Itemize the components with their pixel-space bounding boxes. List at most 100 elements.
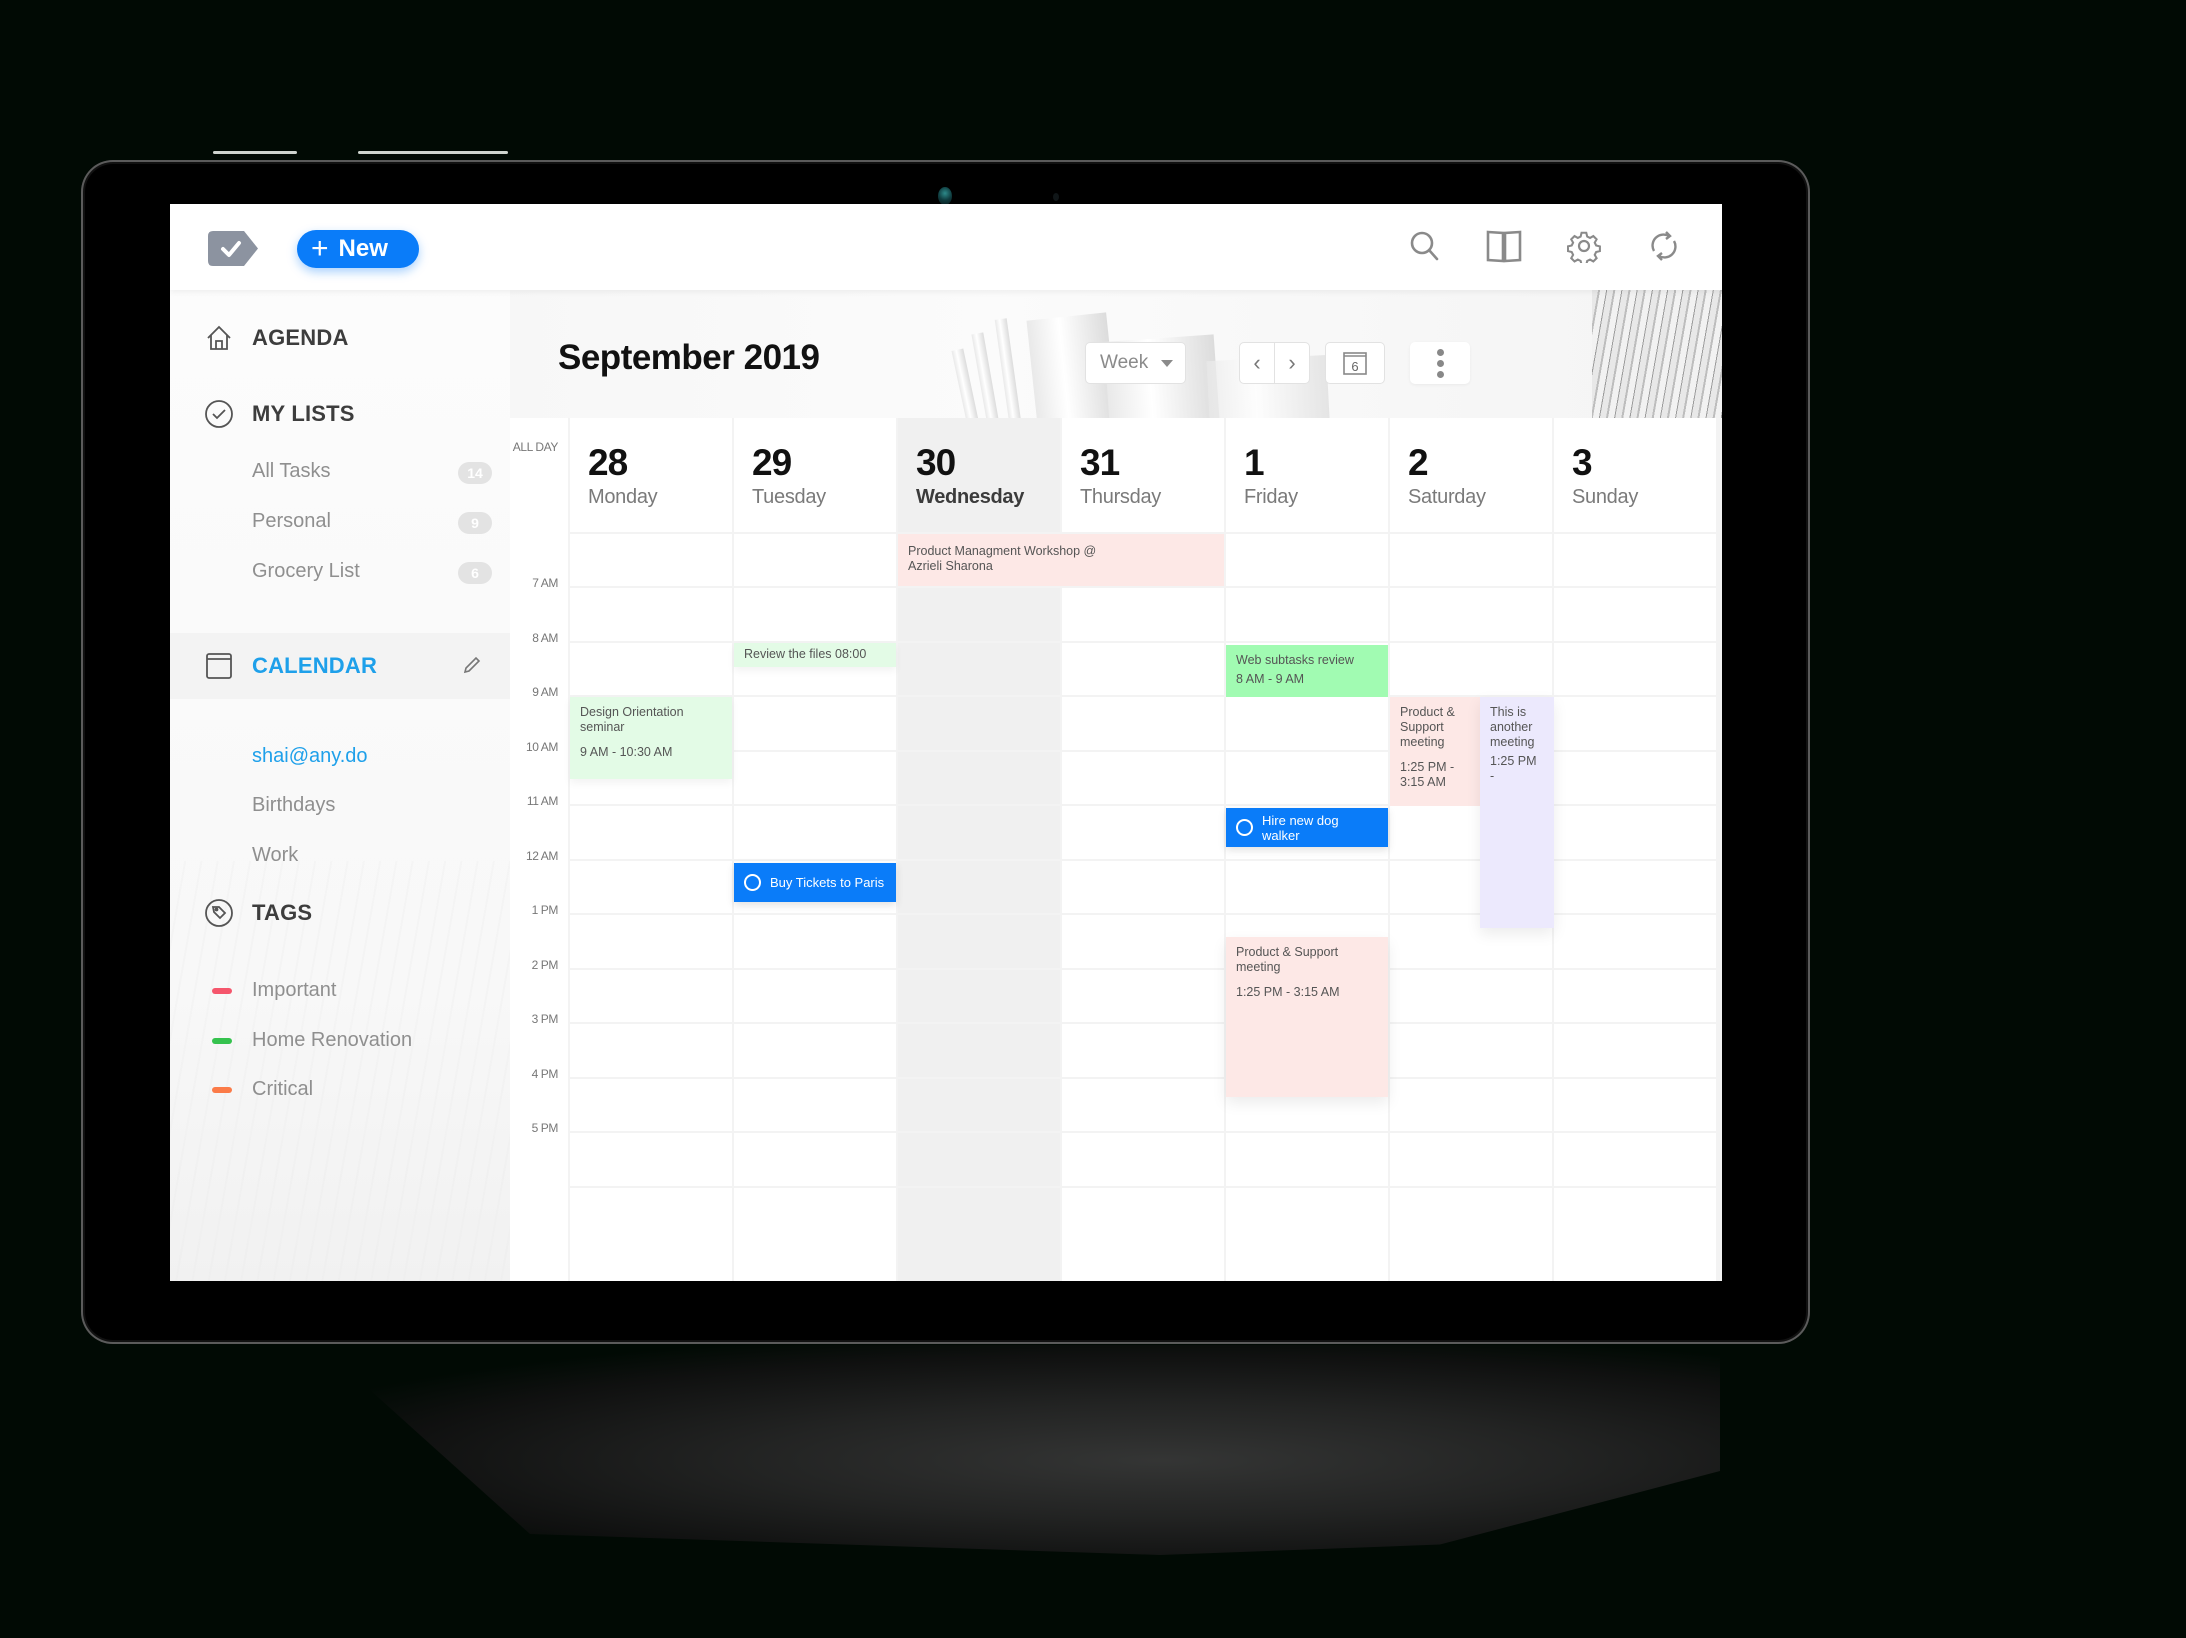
hour-cell[interactable] — [1390, 969, 1552, 1022]
tag-item-critical[interactable]: Critical — [212, 1078, 492, 1101]
hour-cell[interactable] — [1554, 1133, 1716, 1186]
hour-cell[interactable] — [898, 1133, 1060, 1186]
hour-cell[interactable] — [898, 642, 1060, 695]
hour-cell[interactable] — [570, 806, 732, 859]
hour-cell[interactable] — [570, 1078, 732, 1131]
hour-cell[interactable] — [1554, 588, 1716, 641]
hour-cell[interactable] — [1554, 1078, 1716, 1131]
search-icon[interactable] — [1403, 224, 1447, 268]
hour-cell[interactable] — [1226, 588, 1388, 641]
hour-cell[interactable] — [1390, 1078, 1552, 1131]
hour-cell[interactable] — [1390, 1187, 1552, 1281]
hour-cell[interactable] — [734, 588, 896, 641]
prev-week-button[interactable]: ‹ — [1240, 343, 1274, 383]
hour-cell[interactable] — [734, 1078, 896, 1131]
hour-cell[interactable] — [898, 1078, 1060, 1131]
hour-cell[interactable] — [1554, 1024, 1716, 1077]
hour-cell[interactable] — [1226, 860, 1388, 913]
hour-cell[interactable] — [570, 1024, 732, 1077]
hour-cell[interactable] — [1062, 1078, 1224, 1131]
all-day-cell[interactable] — [570, 534, 732, 586]
event-product-support-fri[interactable]: Product & Support meeting 1:25 PM - 3:15 … — [1226, 937, 1388, 1097]
sidebar-my-lists[interactable]: MY LISTS — [170, 396, 510, 432]
list-item-grocery-list[interactable]: Grocery List 6 — [252, 560, 492, 584]
event-design-orientation[interactable]: Design Orientation seminar 9 AM - 10:30 A… — [570, 697, 732, 779]
sidebar-calendar[interactable]: CALENDAR — [170, 633, 510, 699]
day-header[interactable]: 1 Friday — [1226, 418, 1388, 532]
hour-cell[interactable] — [1226, 1133, 1388, 1186]
hour-cell[interactable] — [1226, 1187, 1388, 1281]
sidebar-tags[interactable]: TAGS — [170, 895, 510, 931]
day-header[interactable]: 30 Wednesday — [898, 418, 1060, 532]
new-button[interactable]: + New — [297, 230, 419, 268]
hour-cell[interactable] — [1062, 860, 1224, 913]
hour-cell[interactable] — [570, 915, 732, 968]
hour-cell[interactable] — [1226, 751, 1388, 804]
day-header[interactable]: 29 Tuesday — [734, 418, 896, 532]
sync-icon[interactable] — [1642, 224, 1686, 268]
hour-cell[interactable] — [1062, 1187, 1224, 1281]
hour-cell[interactable] — [734, 697, 896, 750]
hour-cell[interactable] — [1554, 806, 1716, 859]
hour-cell[interactable] — [570, 860, 732, 913]
hour-cell[interactable] — [570, 642, 732, 695]
event-buy-tickets[interactable]: Buy Tickets to Paris — [734, 862, 896, 902]
hour-cell[interactable] — [1062, 915, 1224, 968]
hour-cell[interactable] — [734, 806, 896, 859]
hour-cell[interactable] — [570, 1133, 732, 1186]
list-item-personal[interactable]: Personal 9 — [252, 510, 492, 534]
hour-cell[interactable] — [898, 969, 1060, 1022]
calendar-item-shai[interactable]: shai@any.do — [252, 745, 492, 768]
hour-cell[interactable] — [1554, 751, 1716, 804]
all-day-cell[interactable] — [1390, 534, 1552, 586]
hour-cell[interactable] — [570, 1187, 732, 1281]
event-another-meeting[interactable]: This is another meeting 1:25 PM - — [1480, 697, 1554, 928]
day-header[interactable]: 2 Saturday — [1390, 418, 1552, 532]
anydo-logo-icon[interactable] — [208, 231, 258, 266]
hour-cell[interactable] — [1390, 642, 1552, 695]
all-day-cell[interactable] — [1554, 534, 1716, 586]
book-icon[interactable] — [1482, 224, 1526, 268]
today-button[interactable]: 6 — [1325, 342, 1385, 384]
event-review-files[interactable]: Review the files 08:00 — [734, 642, 896, 667]
hour-cell[interactable] — [1062, 642, 1224, 695]
hour-cell[interactable] — [1062, 969, 1224, 1022]
all-day-cell[interactable] — [1226, 534, 1388, 586]
all-day-cell[interactable] — [734, 534, 896, 586]
hour-cell[interactable] — [1554, 969, 1716, 1022]
hour-cell[interactable] — [898, 1187, 1060, 1281]
tag-item-important[interactable]: Important — [212, 979, 492, 1002]
calendar-item-birthdays[interactable]: Birthdays — [252, 794, 492, 817]
task-checkbox-icon[interactable] — [744, 873, 761, 891]
day-header[interactable]: 31 Thursday — [1062, 418, 1224, 532]
hour-cell[interactable] — [1062, 806, 1224, 859]
event-workshop[interactable]: Product Managment Workshop @ Azrieli Sha… — [898, 534, 1224, 586]
next-week-button[interactable]: › — [1274, 343, 1309, 383]
hour-cell[interactable] — [1390, 1133, 1552, 1186]
list-item-all-tasks[interactable]: All Tasks 14 — [252, 460, 492, 484]
hour-cell[interactable] — [898, 860, 1060, 913]
hour-cell[interactable] — [570, 588, 732, 641]
hour-cell[interactable] — [1390, 588, 1552, 641]
hour-cell[interactable] — [898, 697, 1060, 750]
hour-cell[interactable] — [734, 1024, 896, 1077]
sidebar-agenda[interactable]: AGENDA — [170, 320, 510, 356]
hour-cell[interactable] — [734, 1187, 896, 1281]
hour-cell[interactable] — [734, 969, 896, 1022]
event-product-support-sat[interactable]: Product & Sup­port meeting 1:25 PM - 3:15… — [1390, 697, 1480, 806]
hour-cell[interactable] — [1390, 1024, 1552, 1077]
hour-cell[interactable] — [898, 751, 1060, 804]
view-select[interactable]: Week — [1085, 342, 1186, 384]
hour-cell[interactable] — [1554, 697, 1716, 750]
tag-item-home-renovation[interactable]: Home Renovation — [212, 1029, 492, 1052]
hour-cell[interactable] — [898, 588, 1060, 641]
hour-cell[interactable] — [1062, 588, 1224, 641]
hour-cell[interactable] — [898, 915, 1060, 968]
hour-cell[interactable] — [898, 806, 1060, 859]
hour-cell[interactable] — [1062, 1133, 1224, 1186]
hour-cell[interactable] — [1226, 697, 1388, 750]
hour-cell[interactable] — [1554, 860, 1716, 913]
hour-cell[interactable] — [1062, 751, 1224, 804]
hour-cell[interactable] — [1554, 1187, 1716, 1281]
hour-cell[interactable] — [1554, 915, 1716, 968]
